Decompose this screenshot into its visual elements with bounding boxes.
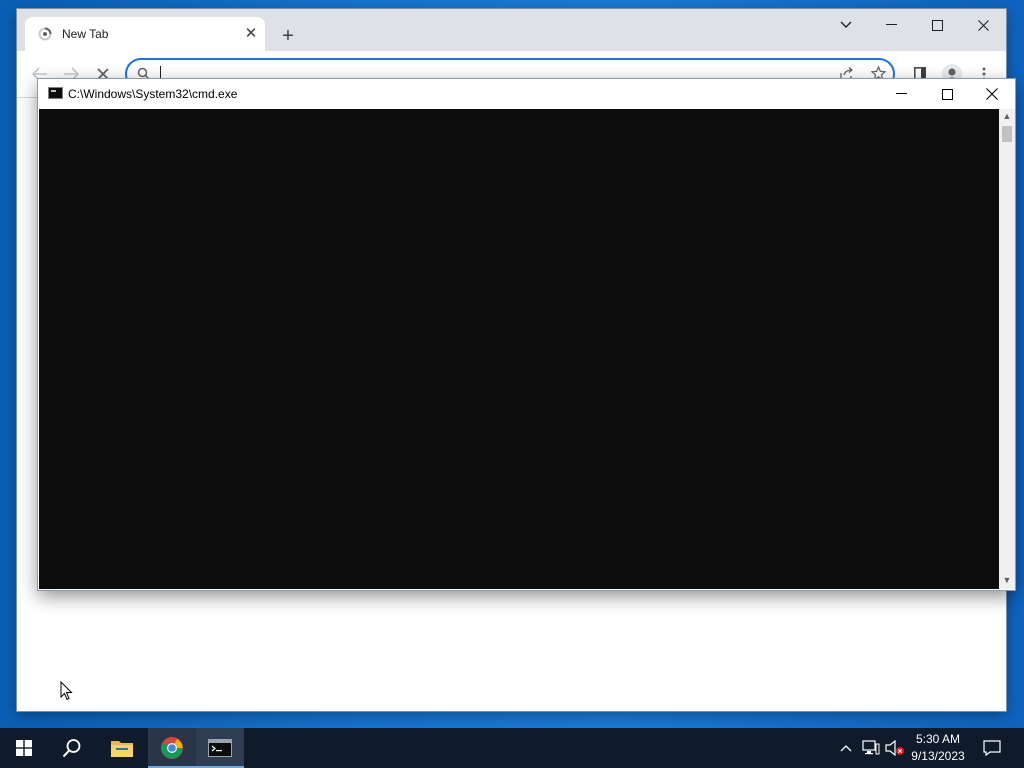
cmd-icon: [48, 87, 63, 99]
file-explorer-icon: [111, 741, 133, 757]
volume-muted-icon: [885, 740, 904, 756]
cmd-close-button[interactable]: [969, 79, 1015, 109]
chrome-maximize-button[interactable]: [914, 9, 960, 41]
chrome-minimize-button[interactable]: [868, 9, 914, 41]
scroll-up-arrow-icon[interactable]: ▲: [999, 109, 1015, 123]
console-text: [39, 109, 999, 117]
scroll-down-arrow-icon[interactable]: ▼: [999, 573, 1015, 587]
action-center-button[interactable]: [978, 728, 1006, 768]
chrome-icon: [161, 737, 183, 759]
start-windows-icon: [16, 740, 32, 756]
clock-time: 5:30 AM: [915, 732, 961, 746]
clock-date: 9/13/2023: [911, 749, 965, 763]
show-hidden-icons-button[interactable]: [836, 728, 856, 768]
desktop: New Tab ✕ + C:\Windows\System32\cmd.exe …: [0, 0, 1024, 728]
taskbar-search-button[interactable]: [48, 728, 96, 768]
cmd-window: C:\Windows\System32\cmd.exe ▲ ▼: [38, 79, 1015, 590]
chevron-up-icon: [840, 745, 852, 752]
tab-search-button[interactable]: [823, 9, 869, 41]
plus-icon: +: [282, 25, 294, 47]
network-icon: [862, 740, 880, 755]
cmd-titlebar[interactable]: C:\Windows\System32\cmd.exe: [38, 79, 1015, 109]
mouse-cursor-icon: [60, 681, 73, 701]
tab-close-icon[interactable]: ✕: [243, 26, 259, 42]
start-button[interactable]: [0, 728, 48, 768]
cmd-title: C:\Windows\System32\cmd.exe: [68, 87, 238, 101]
minimize-icon: [885, 24, 897, 25]
maximize-icon: [941, 88, 953, 100]
cmd-icon: [208, 739, 232, 757]
taskbar-file-explorer[interactable]: [98, 728, 146, 768]
new-tab-button[interactable]: +: [277, 26, 299, 48]
close-icon: [986, 88, 998, 100]
chrome-close-button[interactable]: [960, 9, 1006, 41]
cmd-minimize-button[interactable]: [878, 79, 924, 109]
search-icon: [62, 739, 81, 758]
tab-strip: New Tab ✕ +: [17, 9, 1006, 51]
maximize-icon: [931, 19, 943, 31]
taskbar-chrome[interactable]: [148, 728, 196, 768]
network-tray-button[interactable]: [860, 728, 882, 768]
tab-title: New Tab: [62, 27, 109, 41]
volume-tray-button[interactable]: [884, 728, 906, 768]
console-output[interactable]: [39, 109, 999, 589]
loading-spinner-icon: [38, 27, 52, 41]
cmd-maximize-button[interactable]: [924, 79, 970, 109]
chevron-down-icon: [840, 21, 852, 28]
system-clock[interactable]: 5:30 AM 9/13/2023: [906, 731, 970, 765]
notification-icon: [983, 740, 1001, 756]
scrollbar-thumb[interactable]: [1002, 126, 1012, 142]
close-icon: [977, 19, 989, 31]
minimize-icon: [895, 93, 907, 94]
taskbar: 5:30 AM 9/13/2023: [0, 728, 1024, 768]
console-scrollbar[interactable]: ▲ ▼: [999, 109, 1015, 589]
tab-new-tab[interactable]: New Tab ✕: [25, 17, 265, 51]
taskbar-cmd[interactable]: [196, 728, 244, 768]
